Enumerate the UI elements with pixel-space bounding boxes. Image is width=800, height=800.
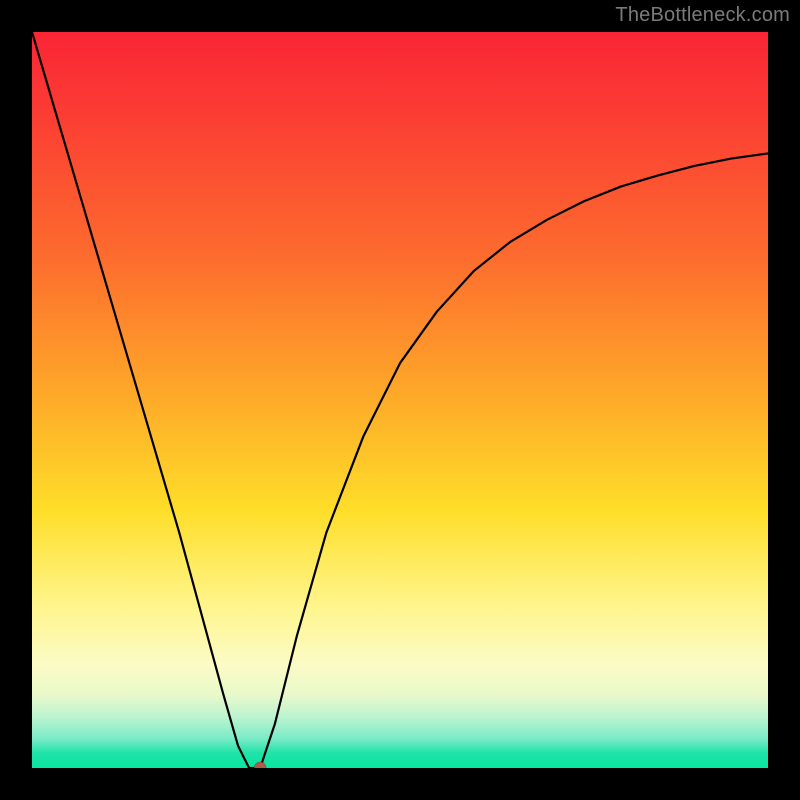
watermark-text: TheBottleneck.com (615, 4, 790, 27)
chart-frame: TheBottleneck.com (0, 0, 800, 800)
bottleneck-curve (32, 32, 768, 768)
curve-svg (32, 32, 768, 768)
plot-area (32, 32, 768, 768)
minimum-marker (254, 762, 266, 768)
